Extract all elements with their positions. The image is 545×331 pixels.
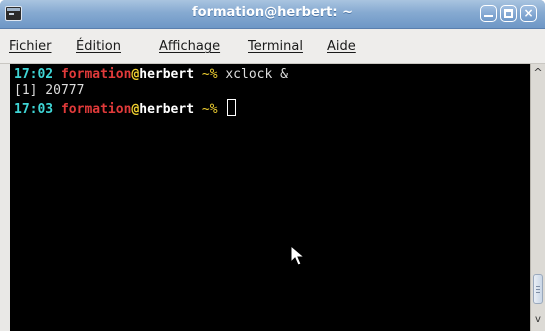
- menu-terminal[interactable]: Terminal: [248, 39, 303, 54]
- scroll-down-arrow-icon[interactable]: v: [532, 314, 544, 325]
- prompt-user: formation: [60, 67, 132, 82]
- text-cursor: [227, 99, 237, 116]
- menu-bar: Fichier Édition Affichage Terminal Aide: [0, 29, 545, 64]
- prompt-host: herbert: [139, 102, 195, 117]
- prompt-user: formation: [60, 102, 132, 117]
- thumb-grip: [536, 289, 540, 290]
- window-title: formation@herbert: ~: [191, 5, 354, 20]
- maximize-button[interactable]: [500, 5, 517, 22]
- thumb-grip: [536, 292, 540, 293]
- scrollbar-thumb[interactable]: [533, 274, 543, 304]
- prompt-path: ~%: [194, 67, 226, 82]
- prompt-host: herbert: [139, 67, 195, 82]
- terminal-output[interactable]: 17:02 formation@herbert ~% xclock & [1] …: [10, 64, 530, 331]
- terminal-line: [1] 20777: [14, 83, 84, 99]
- menu-aide[interactable]: Aide: [327, 39, 356, 54]
- close-button[interactable]: ×: [520, 5, 537, 22]
- menu-edition[interactable]: Édition: [76, 39, 121, 54]
- prompt-time: 17:02: [14, 67, 54, 82]
- maximize-icon: [504, 9, 513, 18]
- vertical-scrollbar[interactable]: ^ v: [530, 64, 545, 331]
- thumb-grip: [536, 286, 540, 287]
- mouse-pointer-icon: [290, 245, 306, 266]
- terminal-window: formation@herbert: ~ × Fichier Édition A…: [0, 0, 545, 331]
- terminal-line: 17:02 formation@herbert ~% xclock &: [14, 67, 288, 83]
- minimize-button[interactable]: [480, 5, 497, 22]
- prompt-time: 17:03: [14, 102, 54, 117]
- command-output: [1] 20777: [14, 83, 85, 98]
- title-bar[interactable]: formation@herbert: ~ ×: [0, 0, 545, 29]
- close-icon: ×: [523, 6, 534, 20]
- menu-fichier[interactable]: Fichier: [9, 39, 52, 54]
- window-frame-left: [0, 64, 10, 331]
- prompt-path: ~%: [194, 102, 226, 117]
- minimize-icon: [484, 15, 493, 17]
- terminal-line: 17:03 formation@herbert ~%: [14, 99, 237, 118]
- command-text: xclock &: [225, 67, 288, 82]
- menu-affichage[interactable]: Affichage: [159, 39, 220, 54]
- scroll-up-arrow-icon[interactable]: ^: [532, 66, 544, 79]
